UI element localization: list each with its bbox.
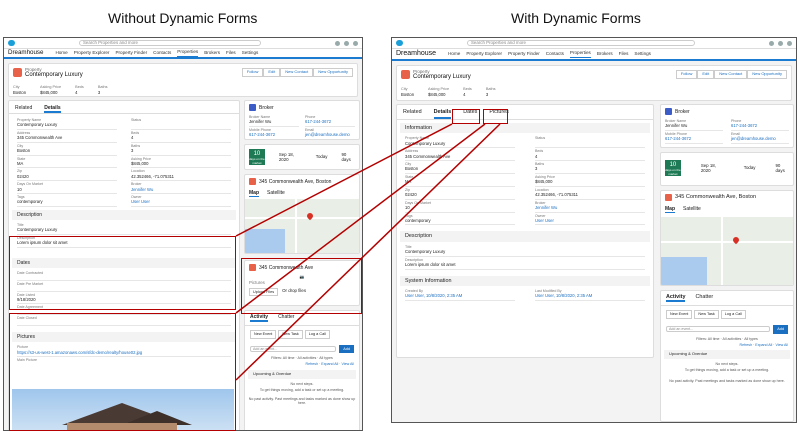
- connector-line-dates: [235, 123, 453, 237]
- connector-line-pictures: [235, 123, 486, 314]
- annotation-connector-lines: [235, 123, 501, 381]
- connector-line-files: [235, 123, 501, 381]
